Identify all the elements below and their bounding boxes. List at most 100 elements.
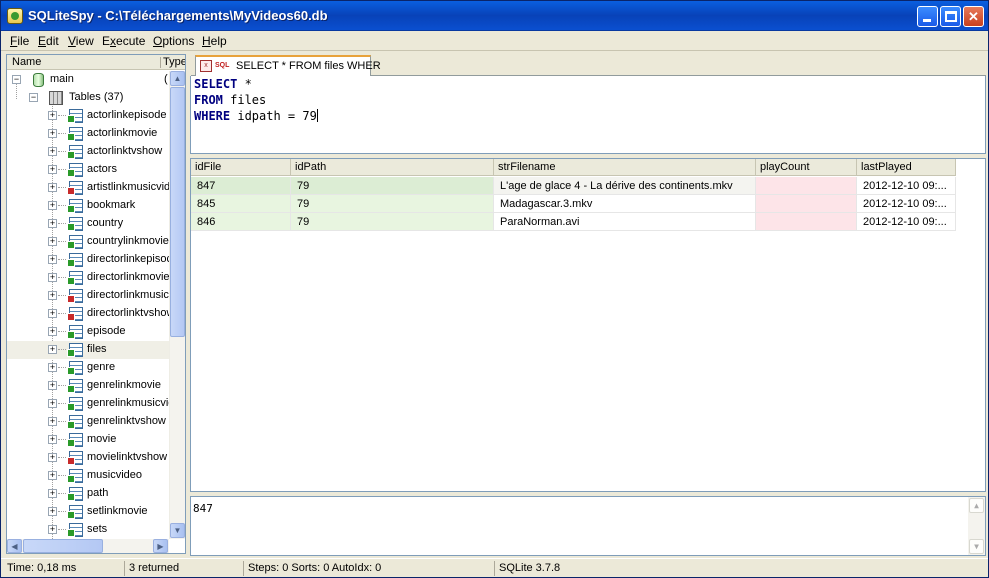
tree-horizontal-scrollbar[interactable]: ◀ ▶ — [7, 539, 169, 553]
scroll-up-icon[interactable]: ▲ — [170, 71, 185, 86]
expand-icon[interactable]: + — [48, 453, 57, 462]
expand-icon[interactable]: + — [48, 291, 57, 300]
column-header-strfilename[interactable]: strFilename — [494, 159, 756, 176]
cell-idpath[interactable]: 79 — [291, 177, 494, 195]
tree-item-table[interactable]: + directorlinktvshow — [7, 305, 169, 323]
expand-icon[interactable]: + — [48, 525, 57, 534]
cell-value-panel[interactable]: 847 ▲ ▼ — [190, 496, 986, 556]
menu-execute[interactable]: Execute — [102, 34, 145, 48]
expand-icon[interactable]: + — [48, 219, 57, 228]
expand-icon[interactable]: + — [48, 165, 57, 174]
menu-file[interactable]: File — [10, 34, 29, 48]
cell-idfile[interactable]: 846 — [191, 213, 291, 231]
tree-item-table[interactable]: + musicvideo — [7, 467, 169, 485]
tree-item-table[interactable]: + genrelinkmovie — [7, 377, 169, 395]
expand-icon[interactable]: + — [48, 399, 57, 408]
close-tab-icon[interactable]: x — [200, 60, 212, 72]
scroll-right-icon[interactable]: ▶ — [153, 539, 168, 553]
menu-options[interactable]: Options — [153, 34, 194, 48]
expand-icon[interactable]: + — [48, 201, 57, 210]
tree-item-table[interactable]: + countrylinkmovie — [7, 233, 169, 251]
cell-idfile[interactable]: 847 — [191, 177, 291, 195]
expand-icon[interactable]: + — [48, 129, 57, 138]
expand-icon[interactable]: + — [48, 489, 57, 498]
maximize-button[interactable] — [940, 6, 961, 27]
tree-node-main[interactable]: − main ( — [7, 71, 169, 89]
scroll-thumb[interactable] — [23, 539, 103, 553]
tree-item-table[interactable]: + country — [7, 215, 169, 233]
tree-item-table[interactable]: + actorlinkmovie — [7, 125, 169, 143]
expand-icon[interactable]: + — [48, 507, 57, 516]
tree-node-tables[interactable]: − Tables (37) — [7, 89, 169, 107]
expand-icon[interactable]: + — [48, 327, 57, 336]
expand-icon[interactable]: + — [48, 417, 57, 426]
scroll-down-icon[interactable]: ▼ — [969, 539, 984, 554]
expand-icon[interactable]: + — [48, 147, 57, 156]
scroll-left-icon[interactable]: ◀ — [7, 539, 22, 553]
expand-icon[interactable]: + — [48, 345, 57, 354]
scroll-thumb[interactable] — [170, 87, 185, 337]
menu-edit[interactable]: Edit — [38, 34, 59, 48]
tree-item-table[interactable]: + genrelinktvshow — [7, 413, 169, 431]
cell-idpath[interactable]: 79 — [291, 195, 494, 213]
tree-item-table[interactable]: + directorlinkmovie — [7, 269, 169, 287]
value-vertical-scrollbar[interactable]: ▲ ▼ — [968, 497, 985, 555]
tree-item-table[interactable]: + bookmark — [7, 197, 169, 215]
table-row[interactable]: 845 79 Madagascar.3.mkv 2012-12-10 09:... — [191, 195, 956, 213]
cell-playcount[interactable] — [756, 177, 857, 195]
cell-strfilename[interactable]: Madagascar.3.mkv — [494, 195, 756, 213]
cell-idfile[interactable]: 845 — [191, 195, 291, 213]
expand-icon[interactable]: + — [48, 309, 57, 318]
tree-item-table[interactable]: + files — [7, 341, 169, 359]
cell-playcount[interactable] — [756, 195, 857, 213]
expand-icon[interactable]: + — [48, 363, 57, 372]
expand-icon[interactable]: + — [48, 381, 57, 390]
column-header-lastplayed[interactable]: lastPlayed — [857, 159, 956, 176]
tree-item-table[interactable]: + movielinktvshow — [7, 449, 169, 467]
cell-lastplayed[interactable]: 2012-12-10 09:... — [857, 177, 956, 195]
results-grid[interactable]: idFile idPath strFilename playCount last… — [190, 158, 986, 492]
tree-vertical-scrollbar[interactable]: ▲ ▼ — [169, 71, 185, 539]
tree-item-table[interactable]: + actorlinktvshow — [7, 143, 169, 161]
minimize-button[interactable] — [917, 6, 938, 27]
cell-lastplayed[interactable]: 2012-12-10 09:... — [857, 195, 956, 213]
cell-playcount[interactable] — [756, 213, 857, 231]
table-row[interactable]: 846 79 ParaNorman.avi 2012-12-10 09:... — [191, 213, 956, 231]
tree-column-type[interactable]: Type — [163, 56, 185, 68]
close-button[interactable]: ✕ — [963, 6, 984, 27]
expand-icon[interactable]: + — [48, 237, 57, 246]
tree-item-table[interactable]: + genrelinkmusicvic — [7, 395, 169, 413]
cell-strfilename[interactable]: L'age de glace 4 - La dérive des contine… — [494, 177, 756, 195]
column-header-idpath[interactable]: idPath — [291, 159, 494, 176]
tab-sql-query[interactable]: x SQL SELECT * FROM files WHER — [195, 55, 381, 76]
tree-item-table[interactable]: + directorlinkepisoc — [7, 251, 169, 269]
expand-icon[interactable]: + — [48, 435, 57, 444]
expand-icon[interactable]: + — [48, 183, 57, 192]
tree-item-table[interactable]: + movie — [7, 431, 169, 449]
tree-item-table[interactable]: + actors — [7, 161, 169, 179]
tree-item-table[interactable]: + setlinkmovie — [7, 503, 169, 521]
collapse-icon[interactable]: − — [29, 93, 38, 102]
tree-column-divider[interactable] — [160, 57, 161, 68]
expand-icon[interactable]: + — [48, 273, 57, 282]
tree-item-table[interactable]: + genre — [7, 359, 169, 377]
menu-help[interactable]: Help — [202, 34, 227, 48]
scroll-up-icon[interactable]: ▲ — [969, 498, 984, 513]
menu-view[interactable]: View — [68, 34, 94, 48]
tree-item-table[interactable]: + actorlinkepisode — [7, 107, 169, 125]
column-header-playcount[interactable]: playCount — [756, 159, 857, 176]
tree-column-name[interactable]: Name — [12, 56, 41, 68]
sql-editor[interactable]: SELECT * FROM files WHERE idpath = 79 — [190, 76, 986, 154]
tree-item-table[interactable]: + episode — [7, 323, 169, 341]
tree-item-table[interactable]: + artistlinkmusicvid — [7, 179, 169, 197]
tree-item-table[interactable]: + path — [7, 485, 169, 503]
title-bar[interactable]: SQLiteSpy - C:\Téléchargements\MyVideos6… — [1, 1, 988, 31]
cell-strfilename[interactable]: ParaNorman.avi — [494, 213, 756, 231]
tree-item-table[interactable]: + sets — [7, 521, 169, 539]
expand-icon[interactable]: + — [48, 255, 57, 264]
expand-icon[interactable]: + — [48, 471, 57, 480]
cell-idpath[interactable]: 79 — [291, 213, 494, 231]
column-header-idfile[interactable]: idFile — [191, 159, 291, 176]
collapse-icon[interactable]: − — [12, 75, 21, 84]
tree-item-table[interactable]: + directorlinkmusicv — [7, 287, 169, 305]
